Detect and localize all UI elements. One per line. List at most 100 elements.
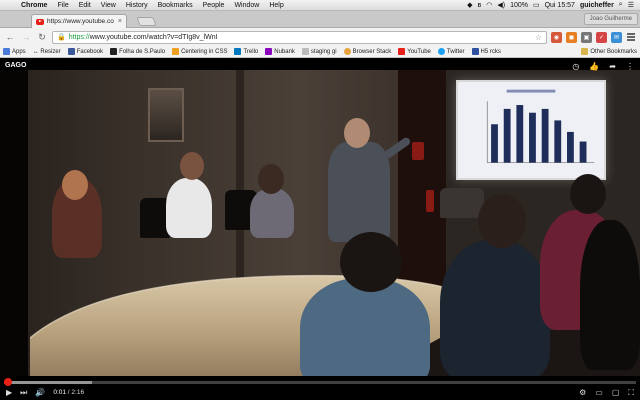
menu-file[interactable]: File: [52, 2, 73, 9]
nubank-icon: [265, 48, 273, 55]
bookmark-twitter[interactable]: Twitter: [437, 48, 465, 55]
volume-icon[interactable]: ◀): [497, 1, 505, 9]
volume-icon[interactable]: 🔊: [35, 388, 45, 397]
folder-icon: [581, 48, 589, 55]
bookmark-resizer[interactable]: ↔ Resizer: [33, 49, 61, 55]
menu-people[interactable]: People: [198, 2, 230, 9]
bookmark-facebook[interactable]: Facebook: [67, 48, 103, 55]
menu-bar-status: ◆ ʙ ◠ ◀) 100% ▭ Qui 15:57 guicheffer ⌕ ☰: [467, 1, 640, 9]
menu-history[interactable]: History: [121, 2, 153, 9]
person-woman-center-head: [258, 164, 284, 194]
battery-icon[interactable]: ▭: [533, 1, 540, 9]
player-control-bar: ▶ ⏭ 🔊 0:01 / 2:16 ⚙ ▭ ▢ ⛶: [0, 376, 640, 400]
fullscreen-icon[interactable]: ⛶: [628, 388, 634, 398]
pocket-icon[interactable]: ✓: [596, 31, 607, 43]
person-right-head: [478, 194, 526, 248]
menu-app-name[interactable]: Chrome: [16, 2, 52, 9]
person-foreground-blue-shirt: [300, 278, 430, 376]
extension-orange-icon[interactable]: ◼: [566, 31, 577, 43]
bookmark-staging[interactable]: staging gi: [301, 48, 337, 55]
chrome-menu-icon[interactable]: [626, 32, 636, 43]
forward-arrow-icon[interactable]: →: [20, 31, 32, 43]
cast-icon[interactable]: ▢: [612, 388, 620, 397]
html5-icon: [471, 48, 479, 55]
folha-icon: [110, 48, 118, 55]
extension-blue-icon[interactable]: ✉: [611, 31, 622, 43]
profile-button[interactable]: Joao Guilherme: [583, 13, 638, 25]
projection-screen: [456, 80, 606, 180]
projected-bar-chart: [458, 82, 604, 178]
macos-menu-bar: Chrome File Edit View History Bookmarks …: [0, 0, 640, 11]
next-icon[interactable]: ⏭: [20, 388, 27, 398]
bookmark-folha[interactable]: Folha de S.Paulo: [110, 48, 165, 55]
controls-row: ▶ ⏭ 🔊 0:01 / 2:16 ⚙ ▭ ▢ ⛶: [0, 386, 640, 399]
menu-window[interactable]: Window: [229, 2, 264, 9]
spotlight-icon[interactable]: ⌕: [619, 1, 623, 9]
tab-youtube[interactable]: https://www.youtube.co ×: [31, 14, 127, 28]
bookmark-apps[interactable]: Apps: [3, 48, 26, 55]
clock-watch-later-icon[interactable]: ◷: [572, 62, 579, 71]
bluetooth-icon[interactable]: ʙ: [478, 2, 482, 9]
apps-grid-icon: [3, 48, 10, 55]
more-options-icon[interactable]: ⋮: [626, 62, 634, 71]
person-foreground-head: [340, 232, 402, 292]
person-far-right-head: [570, 174, 606, 214]
address-bar[interactable]: 🔒 https:// www.youtube.com/watch?v=dTIg8…: [52, 30, 547, 44]
settings-gear-icon[interactable]: ⚙: [579, 388, 586, 397]
browser-toolbar: ← → ↻ 🔒 https:// www.youtube.com/watch?v…: [0, 28, 640, 46]
menu-help[interactable]: Help: [264, 2, 288, 9]
extension-camera-icon[interactable]: ▣: [581, 31, 592, 43]
thumbs-up-icon[interactable]: 👍: [589, 62, 599, 71]
chair: [440, 188, 484, 218]
notification-center-icon[interactable]: ☰: [628, 1, 634, 9]
tab-title: https://www.youtube.co: [47, 18, 114, 25]
url-text: www.youtube.com/watch?v=dTIg8v_lWnI: [89, 33, 218, 41]
share-icon[interactable]: ➦: [609, 62, 616, 71]
page-icon: [301, 48, 309, 55]
bookmark-trello[interactable]: Trello: [234, 48, 258, 55]
theater-mode-icon[interactable]: ▭: [595, 388, 603, 397]
tab-close-icon[interactable]: ×: [118, 18, 122, 25]
new-tab-button[interactable]: [136, 17, 157, 26]
progress-bar[interactable]: [4, 378, 636, 386]
youtube-favicon-icon: [36, 18, 44, 25]
youtube-icon: [398, 48, 406, 55]
lock-icon: 🔒: [57, 34, 66, 41]
menu-view[interactable]: View: [96, 2, 121, 9]
extension-red-icon[interactable]: ◉: [551, 31, 562, 43]
video-frame: [0, 70, 640, 376]
player-top-controls: ◷ 👍 ➦ ⋮: [572, 62, 634, 71]
back-arrow-icon[interactable]: ←: [4, 31, 16, 43]
dropbox-icon[interactable]: ◆: [467, 1, 472, 9]
clock[interactable]: Qui 15:57: [545, 2, 575, 9]
bookmark-youtube[interactable]: YouTube: [398, 48, 431, 55]
bookmark-centering-css[interactable]: Centering in CSS: [172, 48, 227, 55]
bookmark-nubank[interactable]: Nubank: [265, 48, 295, 55]
bookmark-browserstack[interactable]: Browser Stack: [343, 48, 391, 55]
twitter-icon: [437, 48, 445, 55]
menu-edit[interactable]: Edit: [74, 2, 96, 9]
wall-painting: [148, 88, 184, 142]
bookmark-star-icon[interactable]: ☆: [535, 33, 542, 42]
buffered-bar: [4, 381, 93, 384]
reload-icon[interactable]: ↻: [36, 31, 48, 43]
video-title[interactable]: GAGO: [5, 62, 26, 69]
wifi-icon[interactable]: ◠: [486, 1, 492, 9]
person-edge-right: [580, 220, 640, 370]
facebook-icon: [67, 48, 75, 55]
time-display: 0:01 / 2:16: [53, 389, 84, 396]
bookmark-h5-rcks[interactable]: H5 rcks: [471, 48, 501, 55]
browserstack-icon: [343, 48, 351, 55]
duration: 2:16: [71, 389, 85, 396]
play-icon[interactable]: ▶: [6, 388, 12, 397]
scrubber-handle[interactable]: [4, 378, 13, 386]
menu-bookmarks[interactable]: Bookmarks: [153, 2, 198, 9]
current-user[interactable]: guicheffer: [580, 2, 614, 9]
person-left-woman-head: [62, 170, 88, 200]
video-player[interactable]: GAGO ◷ 👍 ➦ ⋮ ▶ ⏭ 🔊 0:01 / 2:16 ⚙ ▭ ▢ ⛶: [0, 58, 640, 400]
red-vase: [412, 142, 424, 160]
tab-strip: https://www.youtube.co × Joao Guilherme: [0, 11, 640, 28]
bookmarks-bar: Apps ↔ Resizer Facebook Folha de S.Paulo…: [0, 46, 640, 58]
bookmark-other[interactable]: Other Bookmarks: [581, 48, 637, 55]
trello-icon: [234, 48, 242, 55]
